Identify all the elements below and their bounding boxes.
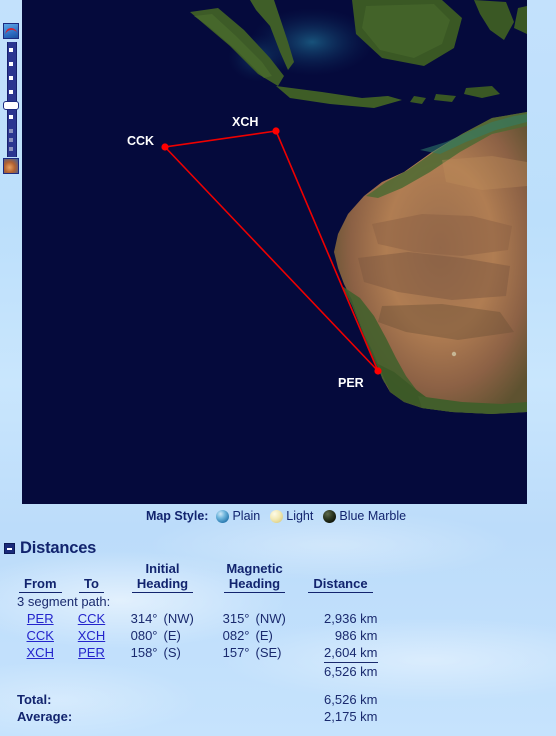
row-initial-heading: 080° bbox=[130, 628, 158, 643]
zoom-tick bbox=[9, 138, 13, 142]
row-initial-heading: 158° bbox=[130, 645, 158, 660]
distances-panel: Distances From To Initial Heading Magnet… bbox=[0, 537, 556, 725]
zoom-tick bbox=[9, 62, 13, 66]
row-from-cell: CCK bbox=[14, 627, 67, 644]
zoom-handle[interactable] bbox=[3, 101, 19, 110]
total-row: Total: 6,526 km bbox=[14, 691, 381, 708]
total-label: Total: bbox=[17, 692, 52, 707]
zoom-tick bbox=[9, 147, 13, 151]
distances-header: Distances bbox=[0, 537, 556, 559]
distances-title: Distances bbox=[20, 538, 97, 557]
table-row: PER CCK 314° (NW) 315° (NW) 2,936 km bbox=[14, 610, 381, 627]
zoom-tick bbox=[9, 76, 13, 80]
row-from-cell: XCH bbox=[14, 644, 67, 663]
total-value: 6,526 km bbox=[324, 692, 378, 707]
airport-link-from[interactable]: XCH bbox=[27, 645, 54, 660]
row-initial-direction: (NW) bbox=[163, 611, 194, 626]
path-note: 3 segment path: bbox=[17, 594, 111, 609]
distances-table: From To Initial Heading Magnetic Heading… bbox=[14, 561, 381, 725]
row-to-cell: CCK bbox=[67, 610, 117, 627]
satellite-image-icon[interactable] bbox=[3, 158, 19, 174]
marker-label-xch: XCH bbox=[232, 115, 258, 129]
airport-link-to[interactable]: PER bbox=[78, 645, 105, 660]
column-header-magnetic-line2: Heading bbox=[223, 576, 286, 593]
row-distance: 986 km bbox=[334, 628, 378, 643]
airport-link-to[interactable]: CCK bbox=[78, 611, 105, 626]
marker-label-cck: CCK bbox=[127, 134, 154, 148]
column-header-magnetic-line1: Magnetic bbox=[226, 561, 283, 576]
map-style-option-blue-marble-label: Blue Marble bbox=[339, 509, 407, 523]
world-map-swoosh bbox=[4, 27, 18, 37]
map-zoom-control[interactable] bbox=[0, 0, 22, 504]
map-style-option-light[interactable]: Light bbox=[270, 509, 313, 523]
globe-light-icon bbox=[270, 509, 284, 523]
average-label: Average: bbox=[17, 709, 73, 724]
spacer-row bbox=[14, 680, 381, 691]
column-header-to: To bbox=[67, 561, 117, 593]
zoom-tick bbox=[9, 90, 13, 94]
row-magnetic-direction: (E) bbox=[255, 628, 273, 643]
map-style-option-light-label: Light bbox=[286, 509, 314, 523]
map-style-option-blue-marble[interactable]: Blue Marble bbox=[323, 509, 406, 523]
table-header-row: From To Initial Heading Magnetic Heading… bbox=[14, 561, 381, 593]
row-initial-direction: (S) bbox=[163, 645, 181, 660]
path-note-row: 3 segment path: bbox=[14, 593, 381, 610]
row-magnetic-direction: (SE) bbox=[255, 645, 282, 660]
column-header-initial-line2: Heading bbox=[131, 576, 194, 593]
column-header-initial-line1: Initial bbox=[145, 561, 180, 576]
row-magnetic-heading: 157° bbox=[222, 645, 250, 660]
table-row: XCH PER 158° (S) 157° (SE) 2,604 km bbox=[14, 644, 381, 663]
world-map-icon[interactable] bbox=[3, 23, 19, 39]
row-magnetic-heading: 315° bbox=[222, 611, 250, 626]
map-style-selector: Map Style: Plain Light Blue Marble bbox=[0, 505, 556, 527]
zoom-tick bbox=[9, 115, 13, 119]
column-header-magnetic-heading: Magnetic Heading bbox=[209, 561, 301, 593]
row-distance: 2,604 km bbox=[301, 644, 381, 663]
marker-per[interactable] bbox=[374, 367, 382, 375]
average-value: 2,175 km bbox=[324, 709, 378, 724]
map-style-option-plain-label: Plain bbox=[232, 509, 261, 523]
row-magnetic-direction: (NW) bbox=[255, 611, 286, 626]
column-header-initial-heading: Initial Heading bbox=[117, 561, 209, 593]
average-row: Average: 2,175 km bbox=[14, 708, 381, 725]
marker-label-per: PER bbox=[338, 376, 364, 390]
map-viewport[interactable]: CCK XCH PER bbox=[22, 0, 527, 504]
marker-cck[interactable] bbox=[161, 143, 169, 151]
row-initial-heading: 314° bbox=[130, 611, 158, 626]
column-header-distance: Distance bbox=[301, 561, 381, 593]
column-header-from: From bbox=[14, 561, 67, 593]
map-style-label: Map Style: bbox=[145, 509, 209, 523]
globe-marble-icon bbox=[323, 509, 337, 523]
map-style-option-plain[interactable]: Plain bbox=[216, 509, 260, 523]
row-distance: 2,936 km bbox=[324, 611, 378, 626]
table-row: CCK XCH 080° (E) 082° (E) 986 km bbox=[14, 627, 381, 644]
row-to-cell: XCH bbox=[67, 627, 117, 644]
row-magnetic-heading: 082° bbox=[222, 628, 250, 643]
marker-xch[interactable] bbox=[272, 127, 280, 135]
subtotal-value: 6,526 km bbox=[324, 664, 378, 679]
airport-link-to[interactable]: XCH bbox=[78, 628, 105, 643]
minus-box-icon[interactable] bbox=[4, 542, 15, 554]
zoom-tick bbox=[9, 129, 13, 133]
airport-link-from[interactable]: CCK bbox=[27, 628, 54, 643]
row-from-cell: PER bbox=[14, 610, 67, 627]
airport-link-from[interactable]: PER bbox=[27, 611, 54, 626]
subtotal-row: 6,526 km bbox=[14, 663, 381, 680]
row-initial-direction: (E) bbox=[163, 628, 181, 643]
zoom-tick bbox=[9, 48, 13, 52]
globe-plain-icon bbox=[216, 509, 230, 523]
row-to-cell: PER bbox=[67, 644, 117, 663]
great-circle-route: CCK XCH PER bbox=[127, 115, 382, 390]
